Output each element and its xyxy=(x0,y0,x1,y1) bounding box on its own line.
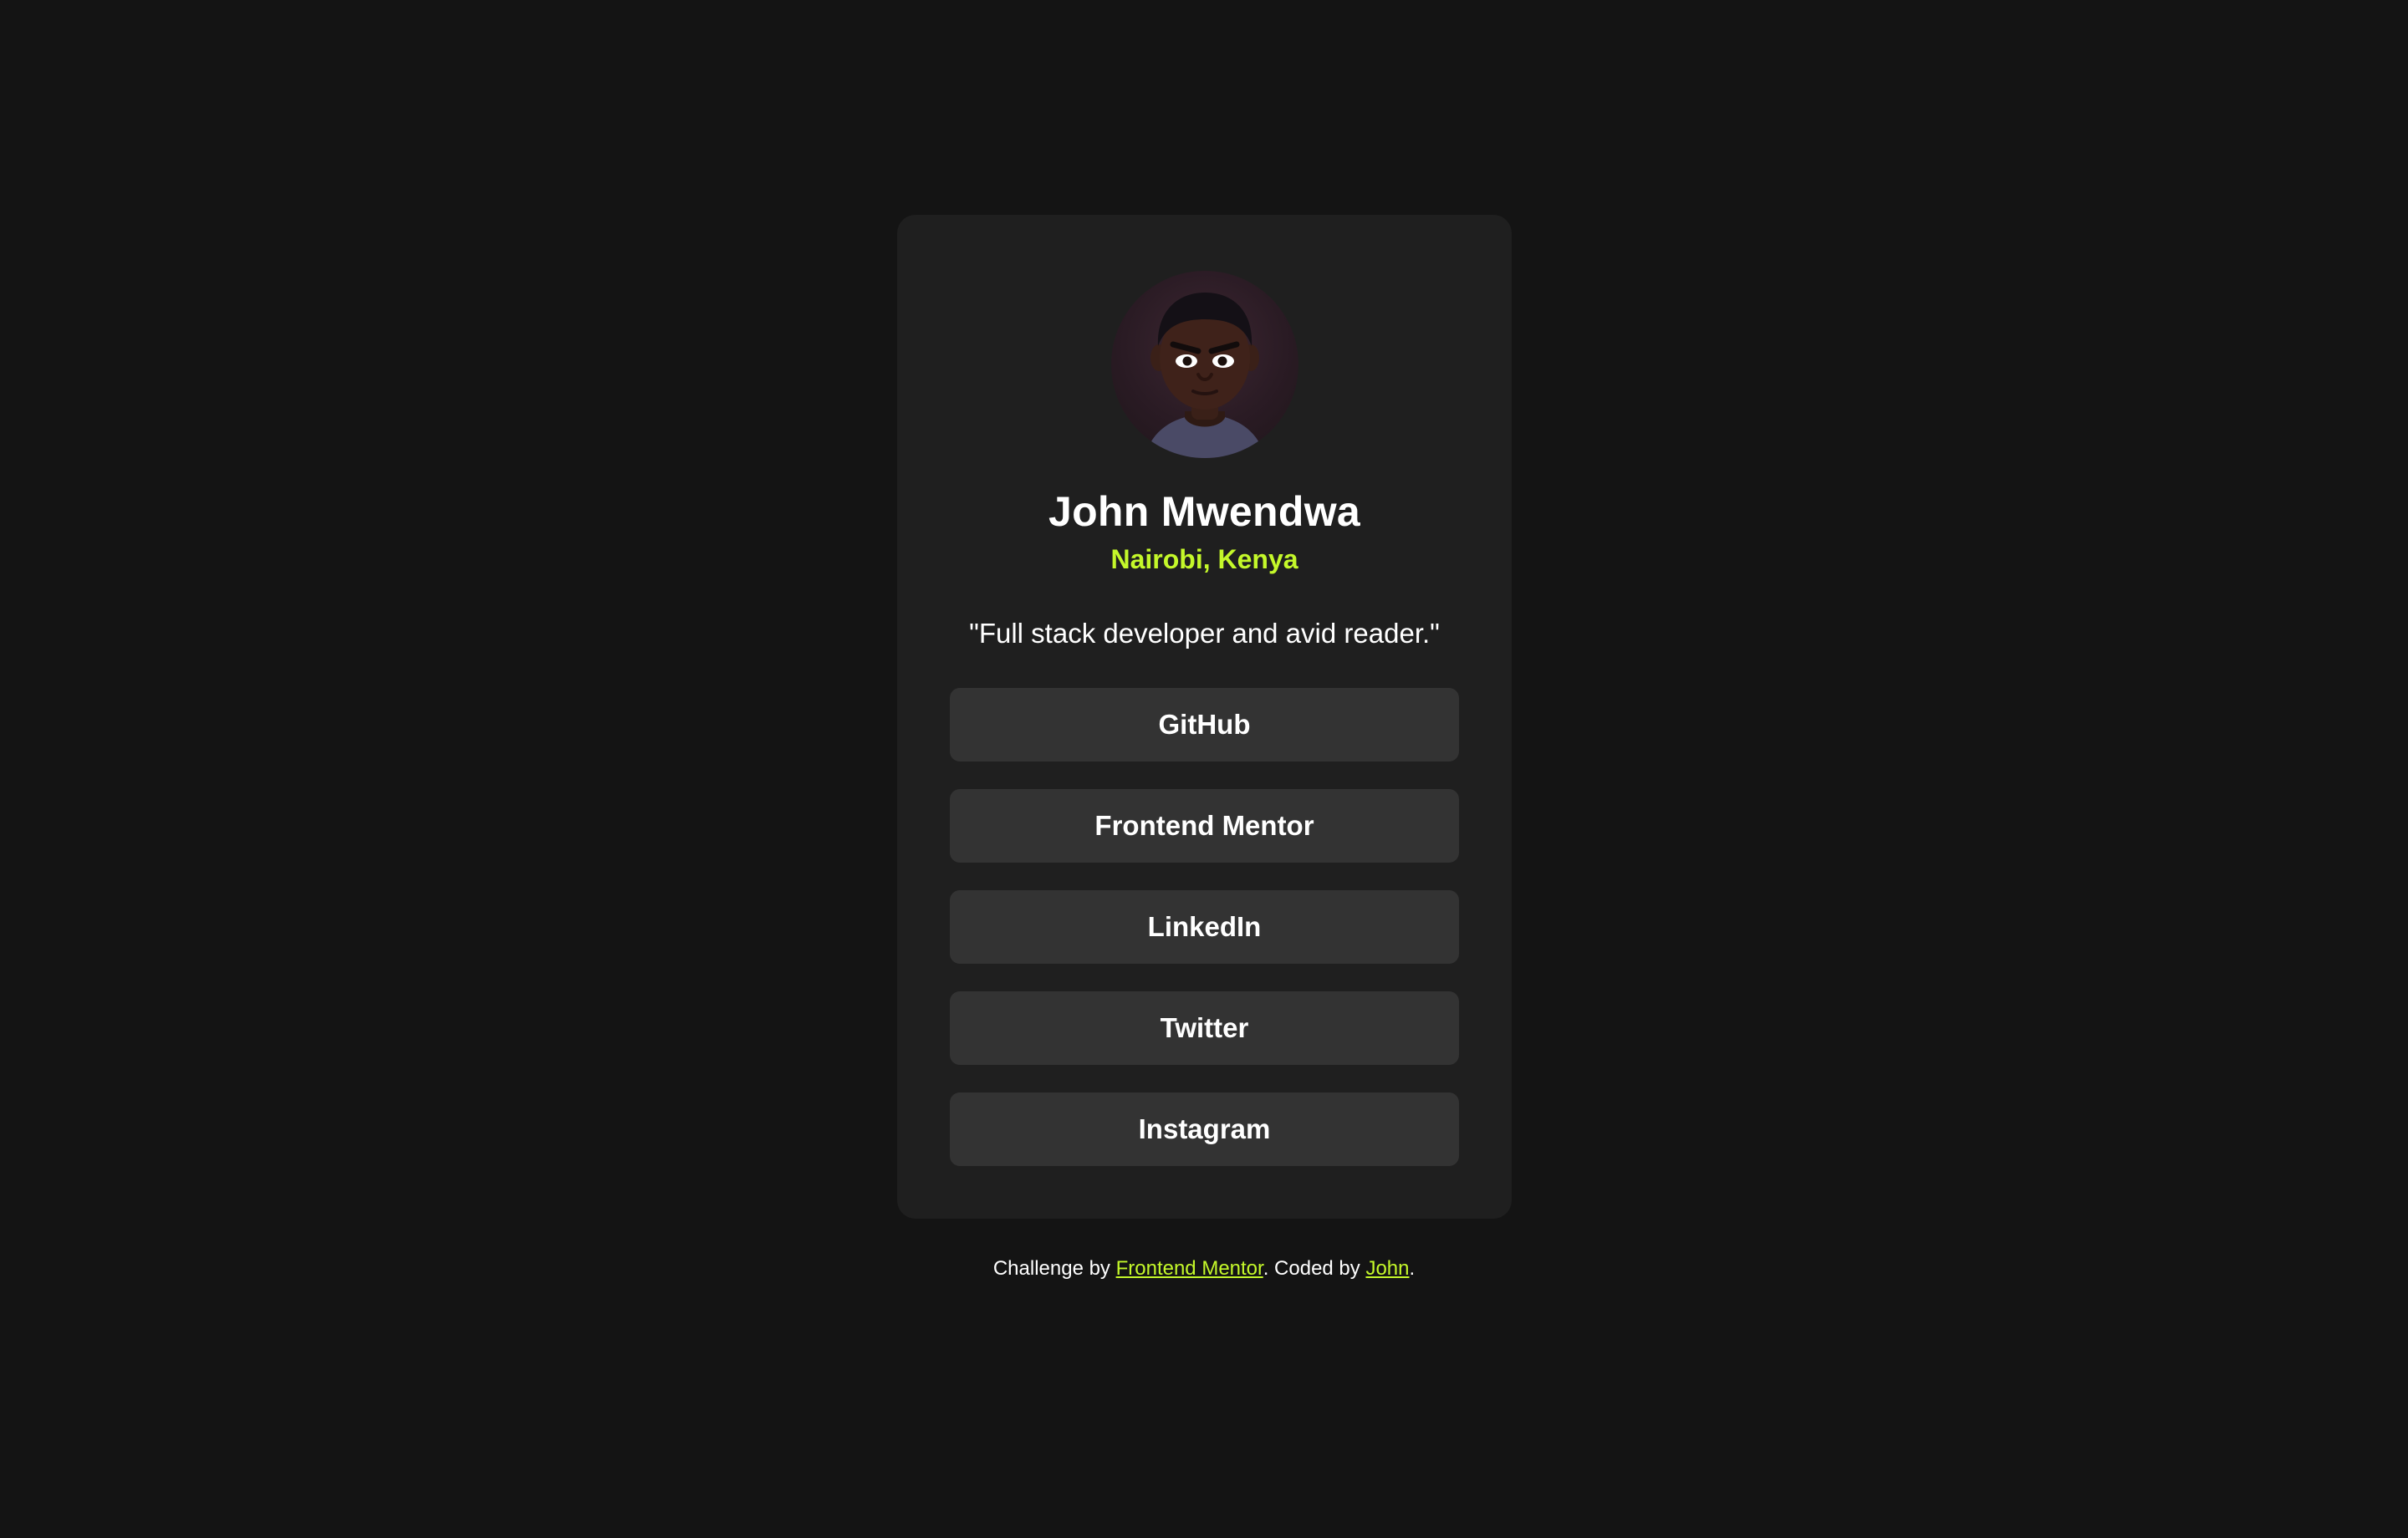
github-link-button[interactable]: GitHub xyxy=(950,687,1459,761)
frontend-mentor-link-button[interactable]: Frontend Mentor xyxy=(950,788,1459,863)
attribution-footer: Challenge by Frontend Mentor. Coded by J… xyxy=(0,1257,2408,1281)
profile-bio: "Full stack developer and avid reader." xyxy=(969,618,1440,649)
avatar-illustration-icon xyxy=(1144,293,1265,458)
author-link[interactable]: John xyxy=(1365,1257,1409,1280)
profile-name: John Mwendwa xyxy=(1048,488,1361,535)
profile-card: John Mwendwa Nairobi, Kenya "Full stack … xyxy=(897,215,1512,1219)
social-links: GitHub Frontend Mentor LinkedIn Twitter … xyxy=(950,687,1459,1166)
challenge-link[interactable]: Frontend Mentor xyxy=(1116,1257,1263,1280)
avatar xyxy=(1110,271,1298,458)
twitter-link-button[interactable]: Twitter xyxy=(950,991,1459,1065)
profile-location: Nairobi, Kenya xyxy=(1110,544,1298,574)
attribution-prefix: Challenge by xyxy=(992,1257,1116,1280)
attribution-middle: . Coded by xyxy=(1263,1257,1366,1280)
linkedin-link-button[interactable]: LinkedIn xyxy=(950,889,1459,964)
attribution-suffix: . xyxy=(1409,1257,1416,1280)
instagram-link-button[interactable]: Instagram xyxy=(950,1092,1459,1166)
